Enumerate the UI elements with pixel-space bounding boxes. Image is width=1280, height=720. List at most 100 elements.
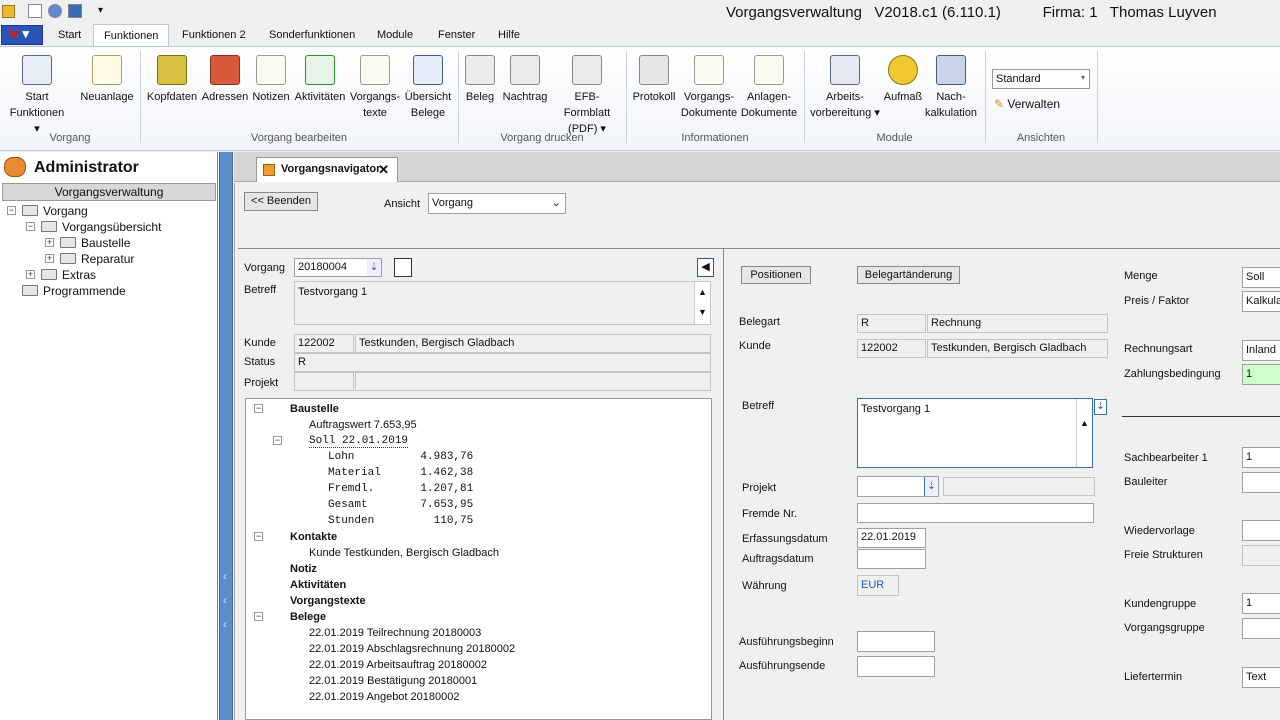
aufmass-button[interactable]: Aufmaß xyxy=(882,55,924,105)
tree-node-kontakte[interactable]: Kontakte xyxy=(290,531,337,543)
tree-item-baustelle[interactable]: Baustelle xyxy=(81,236,130,250)
vorgangstexte-button[interactable]: Vorgangs- texte xyxy=(349,55,401,121)
uebersicht-belege-button[interactable]: Übersicht Belege xyxy=(403,55,453,121)
tab-vorgangsnavigator[interactable]: Vorgangsnavigator ✕ xyxy=(256,157,398,182)
projekt-field[interactable]: ⇣ xyxy=(857,476,939,497)
tab-funktionen[interactable]: Funktionen xyxy=(93,24,170,46)
auftragsdatum-field[interactable] xyxy=(857,549,926,569)
collapse-icon[interactable]: − xyxy=(254,404,263,413)
ausfuehrungsende-field[interactable] xyxy=(857,656,935,677)
lookup-icon[interactable]: ⇣ xyxy=(367,259,381,276)
tab-hilfe[interactable]: Hilfe xyxy=(488,24,530,46)
tree-node-beleg[interactable]: 22.01.2019 Teilrechnung 20180003 xyxy=(309,627,481,639)
collapse-icon[interactable]: − xyxy=(254,532,263,541)
protokoll-button[interactable]: Protokoll xyxy=(630,55,678,105)
erfassungsdatum-field[interactable]: 22.01.2019 xyxy=(857,528,926,548)
arbeitsvorbereitung-button[interactable]: Arbeits- vorbereitung ▾ xyxy=(808,55,882,121)
neuanlage-button[interactable]: Neuanlage xyxy=(78,55,136,105)
save-icon[interactable] xyxy=(68,4,82,18)
beleg-button[interactable]: Beleg xyxy=(462,55,498,105)
positionen-button[interactable]: Positionen xyxy=(741,266,811,284)
collapse-icon[interactable]: − xyxy=(26,222,35,231)
ausfuehrungsbeginn-field[interactable] xyxy=(857,631,935,652)
tree-node-fremdl[interactable]: Fremdl. 1.207,81 xyxy=(328,483,473,495)
sachbearbeiter-field[interactable]: 1 xyxy=(1242,447,1280,468)
vorgangs-dokumente-button[interactable]: Vorgangs- Dokumente xyxy=(680,55,738,121)
tree-item-reparatur[interactable]: Reparatur xyxy=(81,252,134,266)
collapse-icon[interactable]: − xyxy=(273,436,282,445)
aktivitaeten-button[interactable]: Aktivitäten xyxy=(293,55,347,105)
tree-item-programmende[interactable]: Programmende xyxy=(43,284,126,298)
adressen-button[interactable]: Adressen xyxy=(201,55,249,105)
efb-formblatt-button[interactable]: EFB-Formblatt (PDF) ▾ xyxy=(552,55,622,137)
tree-node-auftragswert[interactable]: Auftragswert 7.653,95 xyxy=(309,419,417,431)
tree-node-belege[interactable]: Belege xyxy=(290,611,326,623)
liefertermin-field[interactable]: Text xyxy=(1242,667,1280,688)
section-vorgangsverwaltung[interactable]: Vorgangsverwaltung xyxy=(2,183,216,201)
start-funktionen-button[interactable]: Start Funktionen ▾ xyxy=(6,55,68,137)
lookup-icon[interactable]: ⇣ xyxy=(1094,399,1107,415)
collapse-icon[interactable]: − xyxy=(254,612,263,621)
lookup-icon[interactable]: ⇣ xyxy=(924,477,938,496)
tree-node-baustelle[interactable]: Baustelle xyxy=(290,403,339,415)
tab-funktionen-2[interactable]: Funktionen 2 xyxy=(172,24,256,46)
collapse-left-icon[interactable]: ◀ xyxy=(697,258,714,277)
nachtrag-button[interactable]: Nachtrag xyxy=(500,55,550,105)
close-tab-icon[interactable]: ✕ xyxy=(378,158,389,181)
notizen-button[interactable]: Notizen xyxy=(251,55,291,105)
tab-sonderfunktionen[interactable]: Sonderfunktionen xyxy=(259,24,365,46)
tree-node-beleg[interactable]: 22.01.2019 Bestätigung 20180001 xyxy=(309,675,477,687)
tab-module[interactable]: Module xyxy=(367,24,423,46)
document-icon[interactable] xyxy=(394,258,412,277)
tree-node-gesamt[interactable]: Gesamt 7.653,95 xyxy=(328,499,473,511)
bauleiter-field[interactable] xyxy=(1242,472,1280,493)
refresh-icon[interactable] xyxy=(48,4,62,18)
vorgang-field[interactable]: 20180004 ⇣ xyxy=(294,258,382,277)
tree-node-kunde[interactable]: Kunde Testkunden, Bergisch Gladbach xyxy=(309,547,499,559)
betreff-textarea[interactable]: Testvorgang 1 ▲▼ xyxy=(857,398,1093,468)
projekt-field[interactable] xyxy=(294,372,354,391)
tab-fenster[interactable]: Fenster xyxy=(428,24,485,46)
tree-node-beleg[interactable]: 22.01.2019 Abschlagsrechnung 20180002 xyxy=(309,643,515,655)
betreff-textarea[interactable]: Testvorgang 1 ▲▼ xyxy=(294,281,711,325)
wiedervorlage-field[interactable] xyxy=(1242,520,1280,541)
tree-node-stunden[interactable]: Stunden 110,75 xyxy=(328,515,473,527)
kopfdaten-button[interactable]: Kopfdaten xyxy=(145,55,199,105)
ansicht-select[interactable]: Standard ▾ xyxy=(992,69,1090,89)
tree-node-vorgangstexte[interactable]: Vorgangstexte xyxy=(290,595,366,607)
tree-node-soll[interactable]: Soll 22.01.2019 xyxy=(309,435,409,448)
new-doc-icon[interactable] xyxy=(28,4,42,18)
kundengruppe-field[interactable]: 1 xyxy=(1242,593,1280,614)
tree-node-material[interactable]: Material 1.462,38 xyxy=(328,467,473,479)
scrollbar[interactable]: ▲▼ xyxy=(694,282,710,324)
tree-node-beleg[interactable]: 22.01.2019 Arbeitsauftrag 20180002 xyxy=(309,659,487,671)
zahlungsbedingung-field[interactable]: 1 xyxy=(1242,364,1280,385)
tree-node-aktivitaeten[interactable]: Aktivitäten xyxy=(290,579,346,591)
tree-item-vorgang[interactable]: Vorgang xyxy=(43,204,88,218)
tree-node-beleg[interactable]: 22.01.2019 Angebot 20180002 xyxy=(309,691,459,703)
tree-node-lohn[interactable]: Lohn 4.983,76 xyxy=(328,451,473,463)
tree-item-extras[interactable]: Extras xyxy=(62,268,96,282)
scrollbar[interactable]: ▲▼ xyxy=(1076,399,1092,467)
expand-icon[interactable]: + xyxy=(45,254,54,263)
preis-faktor-select[interactable]: Kalkula xyxy=(1242,291,1280,312)
expand-icon[interactable]: + xyxy=(26,270,35,279)
expand-icon[interactable]: + xyxy=(45,238,54,247)
ansicht-dropdown[interactable]: Vorgang ⌄ xyxy=(428,193,566,214)
collapse-icon[interactable]: − xyxy=(7,206,16,215)
anlagen-dokumente-button[interactable]: Anlagen- Dokumente xyxy=(740,55,798,121)
app-menu-button[interactable]: M ▾ xyxy=(1,25,43,45)
tab-start[interactable]: Start xyxy=(48,24,91,46)
tree-item-vorgangsuebersicht[interactable]: Vorgangsübersicht xyxy=(62,220,161,234)
collapse-arrows-icon[interactable]: ‹ ‹ ‹ xyxy=(223,570,227,630)
verwalten-button[interactable]: ✎ Verwalten xyxy=(994,97,1060,111)
waehrung-field[interactable]: EUR xyxy=(857,575,899,596)
menge-select[interactable]: Soll xyxy=(1242,267,1280,288)
fremde-nr-field[interactable] xyxy=(857,503,1094,523)
quick-access-dropdown-icon[interactable]: ▾ xyxy=(98,5,103,16)
belegartaenderung-button[interactable]: Belegartänderung xyxy=(857,266,960,284)
nachkalkulation-button[interactable]: Nach- kalkulation xyxy=(924,55,978,121)
panel-splitter[interactable]: ‹ ‹ ‹ xyxy=(219,152,233,720)
beenden-button[interactable]: << Beenden xyxy=(244,192,318,211)
rechnungsart-select[interactable]: Inland xyxy=(1242,340,1280,361)
